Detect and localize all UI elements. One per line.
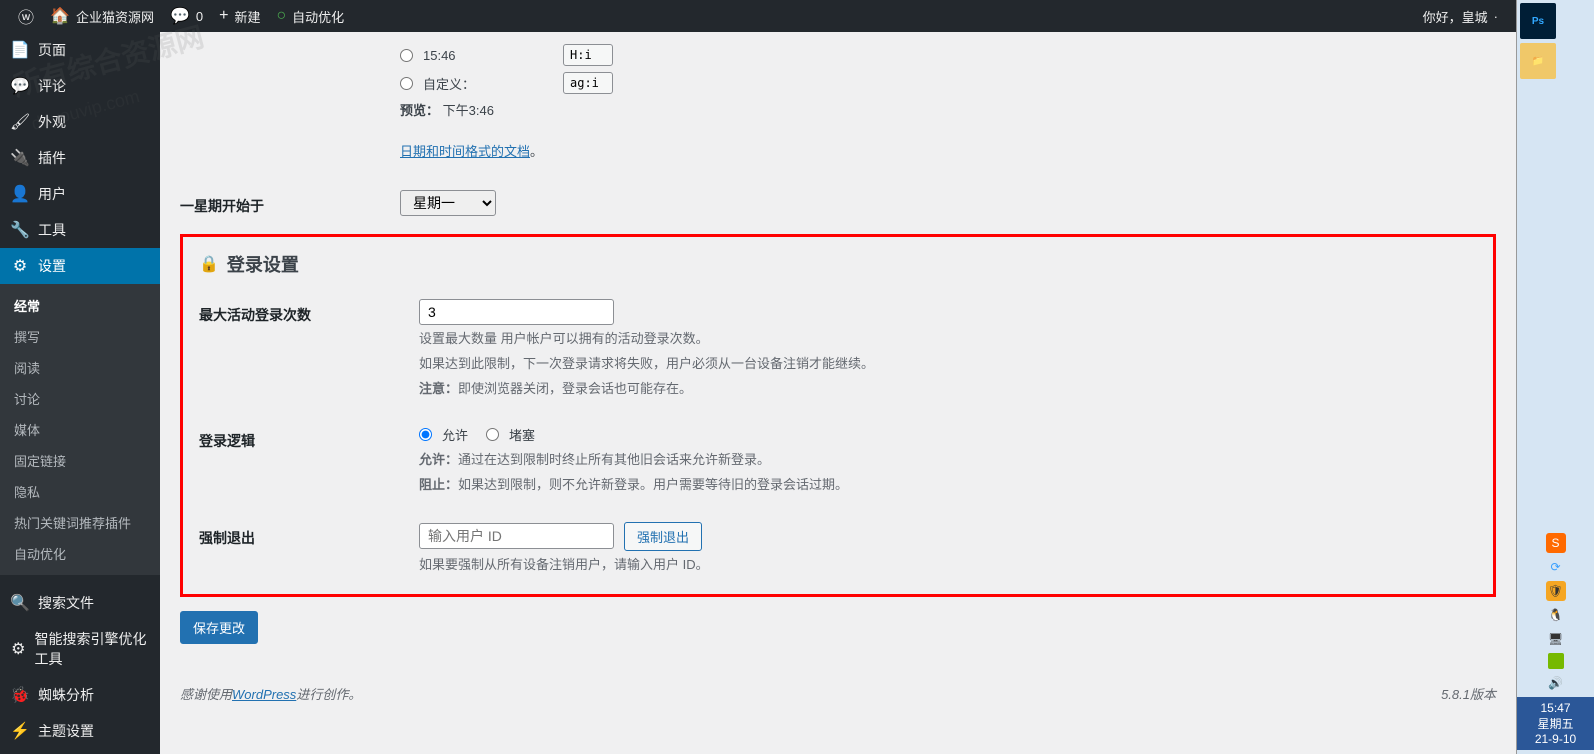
week-start-select[interactable]: 星期一 [400,190,496,216]
home-icon: 🏠 [50,6,70,26]
sub-general[interactable]: 经常 [0,290,160,321]
adminbar-site-name[interactable]: 🏠企业猫资源网 [42,0,162,32]
menu-collapse[interactable]: ◀收起菜单 [0,749,160,754]
plug-icon: 🔌 [10,148,30,168]
max-logins-desc2: 如果达到此限制，下一次登录请求将失败，用户必须从一台设备注销才能继续。 [419,354,1477,375]
footer-thanks: 感谢使用WordPress进行创作。 [180,684,361,703]
max-logins-desc3: 注意：即使浏览器关闭，登录会话也可能存在。 [419,379,1477,400]
max-logins-desc1: 设置最大数量 用户帐户可以拥有的活动登录次数。 [419,329,1477,350]
taskbar-folder-icon[interactable]: 📁 [1520,43,1556,79]
plus-icon: + [219,7,228,25]
menu-settings[interactable]: ⚙设置 [0,248,160,284]
circle-icon: ○ [276,7,286,25]
menu-appearance[interactable]: 🖌外观 [0,104,160,140]
tray-clock[interactable]: 15:47 星期五 21-9-10 [1517,697,1594,750]
menu-plugins[interactable]: 🔌插件 [0,140,160,176]
datetime-doc-link[interactable]: 日期和时间格式的文档 [400,144,530,159]
comment-icon: 💬 [170,6,190,26]
time-preview-value: 下午3:46 [443,103,494,118]
sub-media[interactable]: 媒体 [0,414,160,445]
sub-auto-optimize[interactable]: 自动优化 [0,538,160,569]
lock-icon: 🔒 [199,254,219,274]
login-settings-box: 🔒 登录设置 最大活动登录次数 设置最大数量 用户帐户可以拥有的活动登录次数。 … [180,234,1496,597]
taskbar-photoshop-icon[interactable]: Ps [1520,3,1556,39]
adminbar-comments[interactable]: 💬0 [162,0,211,32]
login-logic-label: 登录逻辑 [199,425,419,496]
login-logic-desc2: 阻止：如果达到限制，则不允许新登录。用户需要等待旧的登录会话过期。 [419,475,1477,496]
time-format-code-1[interactable] [563,44,613,66]
max-logins-label: 最大活动登录次数 [199,299,419,399]
sub-hot-keywords[interactable]: 热门关键词推荐插件 [0,507,160,538]
wp-adminbar: ⓦ 🏠企业猫资源网 💬0 +新建 ○自动优化 你好，皇城 · [0,0,1516,32]
tray-sync-icon[interactable]: ⟳ [1546,557,1566,577]
wrench-icon: 🔧 [10,220,30,240]
sub-discussion[interactable]: 讨论 [0,383,160,414]
sub-reading[interactable]: 阅读 [0,352,160,383]
wp-sidebar: 📄页面 💬评论 🖌外观 🔌插件 👤用户 🔧工具 ⚙设置 经常 撰写 阅读 讨论 … [0,32,160,754]
adminbar-auto-optimize[interactable]: ○自动优化 [268,0,352,32]
login-logic-desc1: 允许：通过在达到限制时终止所有其他旧会话来允许新登录。 [419,450,1477,471]
page-icon: 📄 [10,40,30,60]
menu-pages[interactable]: 📄页面 [0,32,160,68]
menu-theme-settings[interactable]: ⚡主题设置 [0,713,160,749]
save-changes-button[interactable]: 保存更改 [180,611,258,644]
week-start-label: 一星期开始于 [180,190,400,216]
login-logic-block-radio[interactable] [486,428,499,441]
wordpress-icon: ⓦ [18,4,34,28]
windows-taskbar: Ps 📁 S ⟳ 🛡 🐧 🖥 🔊 15:47 星期五 21-9-10 [1516,0,1594,754]
force-logout-label: 强制退出 [199,522,419,576]
tray-qq-icon[interactable]: 🐧 [1546,605,1566,625]
user-icon: 👤 [10,184,30,204]
max-logins-input[interactable] [419,299,614,325]
menu-comments[interactable]: 💬评论 [0,68,160,104]
adminbar-new[interactable]: +新建 [211,0,268,32]
tray-volume-icon[interactable]: 🔊 [1546,673,1566,693]
main-content: 15:46 自定义： 预览： 下午3:46 日期和时间格式的文档。 一星期开始于… [160,0,1516,754]
comment-icon: 💬 [10,76,30,96]
time-format-radio-1546[interactable] [400,49,413,62]
tray-shield-icon[interactable]: 🛡 [1546,581,1566,601]
time-format-radio-custom[interactable] [400,77,413,90]
tray-monitor-icon[interactable]: 🖥 [1546,629,1566,649]
time-format-1546-label: 15:46 [423,48,553,63]
time-format-custom-label: 自定义： [423,74,553,93]
force-logout-desc: 如果要强制从所有设备注销用户，请输入用户 ID。 [419,555,1477,576]
time-format-code-custom[interactable] [563,72,613,94]
menu-search-files[interactable]: 🔍搜索文件 [0,585,160,621]
bug-icon: 🐞 [10,685,30,705]
tray-nvidia-icon[interactable] [1548,653,1564,669]
login-logic-block-label: 堵塞 [509,425,535,444]
force-logout-button[interactable]: 强制退出 [624,522,702,551]
search-icon: 🔍 [10,593,30,613]
menu-spider[interactable]: 🐞蜘蛛分析 [0,677,160,713]
gear-icon: ⚙ [10,639,27,659]
time-preview-label: 预览： [400,103,439,118]
login-logic-allow-radio[interactable] [419,428,432,441]
sub-privacy[interactable]: 隐私 [0,476,160,507]
settings-submenu: 经常 撰写 阅读 讨论 媒体 固定链接 隐私 热门关键词推荐插件 自动优化 [0,284,160,575]
adminbar-wp-logo[interactable]: ⓦ [10,0,42,32]
login-logic-allow-label: 允许 [442,425,468,444]
sub-writing[interactable]: 撰写 [0,321,160,352]
footer-version: 5.8.1版本 [1441,684,1496,703]
tray-sogou-icon[interactable]: S [1546,533,1566,553]
force-logout-input[interactable] [419,523,614,549]
menu-users[interactable]: 👤用户 [0,176,160,212]
slider-icon: ⚙ [10,256,30,276]
adminbar-greeting[interactable]: 你好，皇城 · [1415,0,1506,32]
brush-icon: 🖌 [10,112,30,132]
menu-seo-tool[interactable]: ⚙智能搜索引擎优化工具 [0,621,160,677]
sub-permalinks[interactable]: 固定链接 [0,445,160,476]
bolt-icon: ⚡ [10,721,30,741]
wordpress-link[interactable]: WordPress [232,687,296,702]
menu-tools[interactable]: 🔧工具 [0,212,160,248]
login-section-title: 登录设置 [227,251,299,277]
